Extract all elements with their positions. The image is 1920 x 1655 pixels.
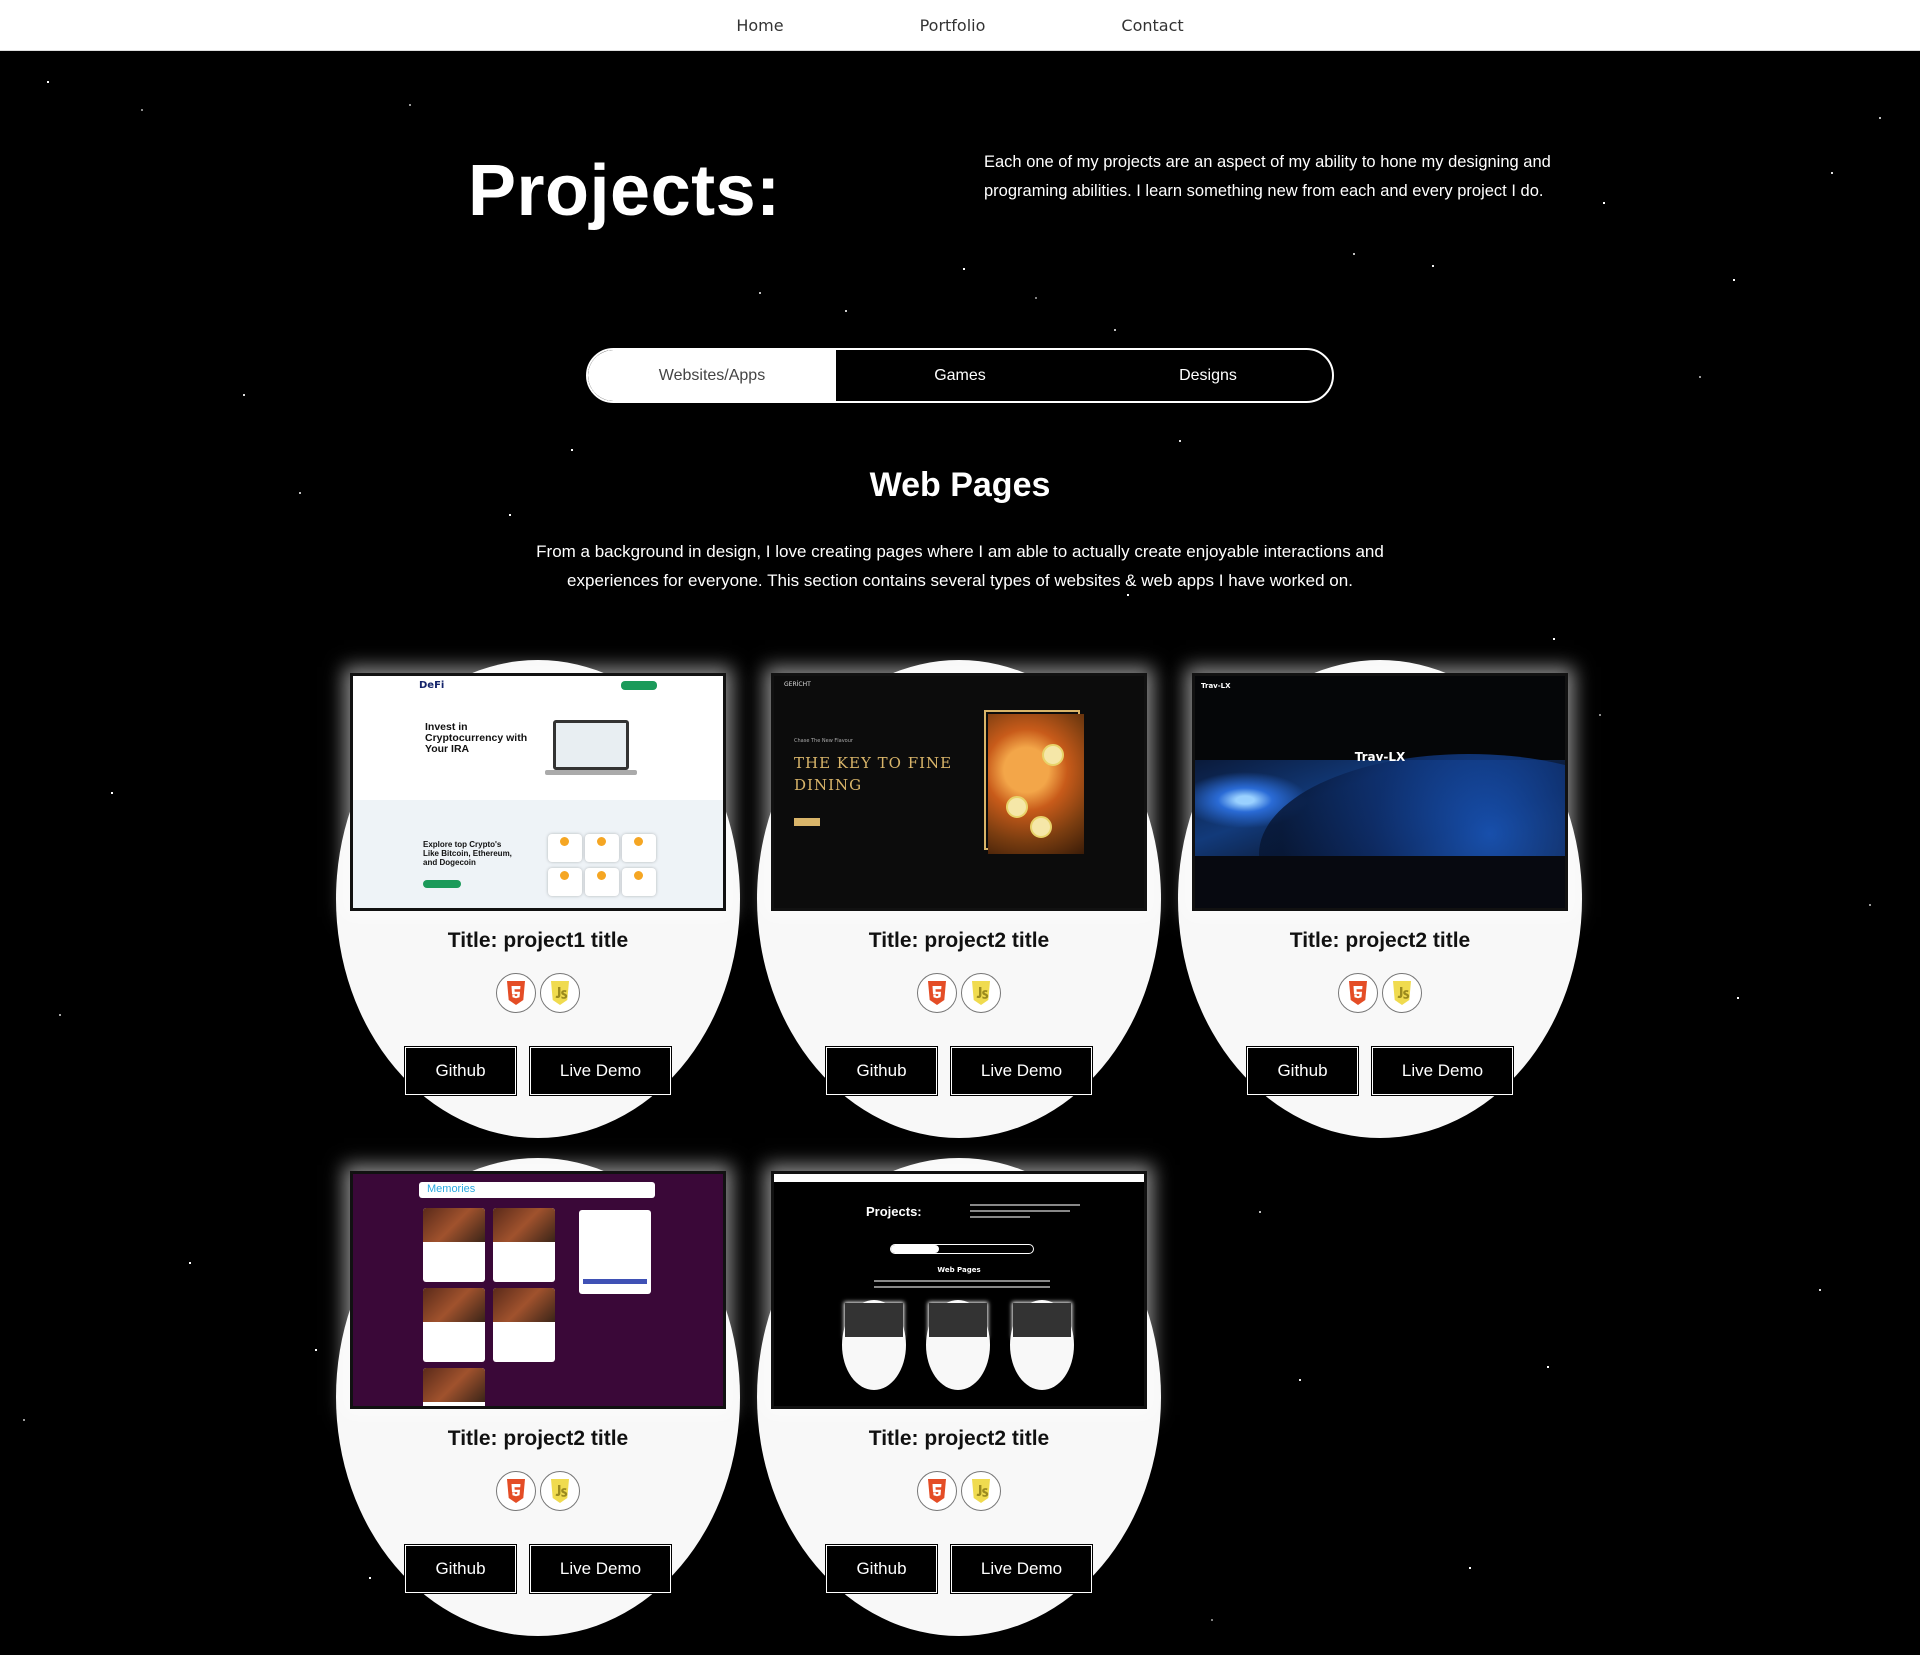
live-demo-button[interactable]: Live Demo — [529, 1046, 672, 1096]
nav-contact-link[interactable]: Contact — [1081, 16, 1183, 35]
javascript-icon — [961, 1471, 1001, 1511]
project-card: DeFi Invest in Cryptocurrency with Your … — [336, 660, 740, 1138]
thumb-heading-line1: THE KEY TO FINE — [794, 754, 953, 772]
thumb-kicker: Chase The New Flavour — [794, 738, 853, 744]
javascript-icon — [540, 1471, 580, 1511]
thumb-heading: Invest in Cryptocurrency with Your IRA — [425, 721, 528, 755]
project-title: Title: project2 title — [447, 1427, 629, 1450]
thumb-logo: Memories — [427, 1183, 476, 1195]
nav-home-link[interactable]: Home — [736, 16, 783, 35]
project-thumbnail[interactable]: GERÍCHT Chase The New Flavour THE KEY TO… — [771, 673, 1147, 911]
project-thumbnail[interactable]: DeFi Invest in Cryptocurrency with Your … — [350, 673, 726, 911]
github-button[interactable]: Github — [825, 1046, 938, 1096]
thumb-logo: Trav-LX — [1201, 682, 1231, 690]
github-button[interactable]: Github — [404, 1046, 517, 1096]
thumb-heading: Projects: — [866, 1204, 922, 1219]
github-button[interactable]: Github — [404, 1544, 517, 1594]
project-card: Projects: Web Pages Title: project2 titl… — [757, 1158, 1161, 1636]
project-title: Title: project1 title — [447, 929, 629, 952]
section-description: From a background in design, I love crea… — [536, 542, 1384, 590]
thumb-brand: GERÍCHT — [784, 681, 811, 688]
thumb-heading-line2: DINING — [794, 776, 863, 794]
project-card: Memories Title: project2 title Github Li… — [336, 1158, 740, 1636]
project-title: Title: project2 title — [868, 929, 1050, 952]
thumb-subheading: Explore top Crypto's Like Bitcoin, Ether… — [423, 840, 512, 867]
github-button[interactable]: Github — [1246, 1046, 1359, 1096]
project-thumbnail[interactable]: Trav-LX Trav-LX — [1192, 673, 1568, 911]
html5-icon — [917, 1471, 957, 1511]
project-thumbnail[interactable]: Projects: Web Pages — [771, 1171, 1147, 1409]
live-demo-button[interactable]: Live Demo — [529, 1544, 672, 1594]
section-title: Web Pages — [869, 466, 1051, 504]
javascript-icon — [1382, 973, 1422, 1013]
top-nav: Home Portfolio Contact — [0, 0, 1920, 51]
thumb-subheading: Web Pages — [937, 1266, 981, 1274]
github-button[interactable]: Github — [825, 1544, 938, 1594]
project-card: Trav-LX Trav-LX Title: project2 title Gi… — [1178, 660, 1582, 1138]
project-thumbnail[interactable]: Memories — [350, 1171, 726, 1409]
project-title: Title: project2 title — [1289, 929, 1471, 952]
live-demo-button[interactable]: Live Demo — [1371, 1046, 1514, 1096]
html5-icon — [496, 1471, 536, 1511]
thumb-heading: Trav-LX — [1354, 750, 1406, 764]
project-card: GERÍCHT Chase The New Flavour THE KEY TO… — [757, 660, 1161, 1138]
html5-icon — [1338, 973, 1378, 1013]
tab-websites-apps[interactable]: Websites/Apps — [588, 350, 836, 401]
live-demo-button[interactable]: Live Demo — [950, 1046, 1093, 1096]
html5-icon — [496, 973, 536, 1013]
project-title: Title: project2 title — [868, 1427, 1050, 1450]
thumb-logo: DeFi — [419, 680, 445, 691]
tab-games[interactable]: Games — [836, 350, 1084, 401]
tab-designs[interactable]: Designs — [1084, 350, 1332, 401]
javascript-icon — [961, 973, 1001, 1013]
intro-text: Each one of my projects are an aspect of… — [984, 153, 1551, 200]
live-demo-button[interactable]: Live Demo — [950, 1544, 1093, 1594]
nav-portfolio-link[interactable]: Portfolio — [880, 16, 986, 35]
category-tabs: Websites/Apps Games Designs — [586, 348, 1334, 403]
html5-icon — [917, 973, 957, 1013]
javascript-icon — [540, 973, 580, 1013]
page-title: Projects: — [468, 151, 781, 231]
